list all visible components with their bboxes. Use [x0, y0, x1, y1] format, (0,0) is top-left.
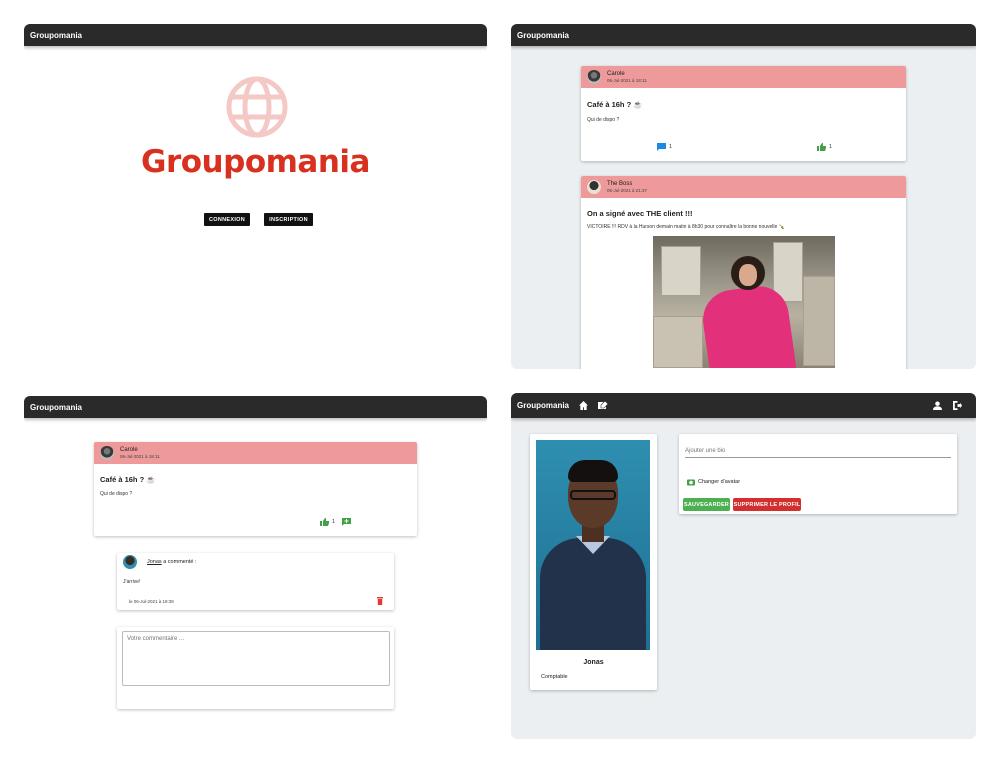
profile-name: Jonas: [583, 659, 604, 666]
profile-screen: Groupomania Jonas Comptable Ajouter une …: [511, 393, 976, 739]
post-title: Café à 16h ? ☕: [587, 100, 643, 109]
profile-photo[interactable]: [536, 440, 650, 650]
app-bar: Groupomania: [511, 393, 976, 418]
like-count-value: 1: [829, 144, 833, 150]
comment-date: le 06-Jul-2021 à 18:39: [129, 599, 174, 604]
comment-suffix: a commenté :: [163, 559, 197, 565]
post-detail-screen: Groupomania Carole 06-Jul-2021 à 18:11 C…: [24, 396, 487, 738]
app-title: Groupomania: [30, 30, 83, 40]
post-body: VICTOIRE !!! RDV à la Hurson demain mati…: [587, 224, 785, 230]
new-post-icon[interactable]: [598, 401, 609, 410]
comment-input[interactable]: [122, 631, 390, 686]
change-avatar-button[interactable]: Changer d'avatar: [687, 478, 740, 486]
connexion-button[interactable]: CONNEXION: [204, 213, 250, 226]
post-header: Carole 06-Jul-2021 à 18:11: [94, 442, 417, 464]
comment-count[interactable]: 1: [657, 143, 672, 151]
app-bar: Groupomania: [511, 24, 976, 46]
comment-card: Jonas a commenté : J'arrive! le 06-Jul-2…: [117, 553, 394, 610]
app-title: Groupomania: [517, 401, 570, 410]
app-title: Groupomania: [30, 402, 83, 412]
post-card[interactable]: The Boss 05-Jul-2021 à 21:37 On a signé …: [581, 176, 906, 369]
post-author: Carole: [607, 71, 625, 77]
post-date: 06-Jul-2021 à 18:11: [120, 454, 160, 459]
app-bar: Groupomania: [24, 24, 487, 46]
avatar[interactable]: [100, 446, 114, 460]
thumb-up-icon: [320, 518, 329, 526]
post-body: Qui de dispo ?: [100, 491, 133, 497]
profile-icon[interactable]: [933, 401, 942, 410]
globe-logo-icon: [226, 76, 288, 138]
comment-text: J'arrive!: [123, 579, 141, 585]
avatar[interactable]: [587, 70, 601, 84]
save-button[interactable]: SAUVEGARDER: [683, 498, 730, 511]
post-header: The Boss 05-Jul-2021 à 21:37: [581, 176, 906, 198]
post-author: Carole: [120, 447, 138, 453]
delete-profile-button[interactable]: SUPPRIMER LE PROFIL: [733, 498, 801, 511]
comment-form: [117, 627, 394, 709]
post-date: 06-Jul-2021 à 18:11: [607, 78, 647, 83]
avatar[interactable]: [123, 555, 137, 569]
post-card: Carole 06-Jul-2021 à 18:11 Café à 16h ? …: [94, 442, 417, 536]
thumb-up-icon: [817, 143, 826, 151]
bio-input[interactable]: Ajouter une bio: [685, 448, 951, 458]
comment-count-value: 1: [669, 144, 673, 150]
delete-icon[interactable]: [377, 597, 383, 605]
like-button[interactable]: 1: [817, 143, 832, 151]
home-icon[interactable]: [579, 401, 589, 410]
post-title: Café à 16h ? ☕: [100, 475, 156, 484]
change-avatar-label: Changer d'avatar: [698, 479, 741, 485]
post-card[interactable]: Carole 06-Jul-2021 à 18:11 Café à 16h ? …: [581, 66, 906, 161]
app-title: Groupomania: [517, 30, 570, 40]
logo-text: Groupomania: [141, 144, 370, 180]
comment-author[interactable]: Jonas: [147, 559, 162, 565]
inscription-button[interactable]: INSCRIPTION: [264, 213, 313, 226]
post-image: [653, 236, 835, 368]
post-title: On a signé avec THE client !!!: [587, 209, 693, 218]
post-header: Carole 06-Jul-2021 à 18:11: [581, 66, 906, 88]
like-button[interactable]: 1: [320, 518, 335, 526]
logout-icon[interactable]: [953, 401, 962, 410]
app-bar: Groupomania: [24, 396, 487, 418]
profile-card: Jonas Comptable: [530, 434, 657, 690]
like-count-value: 1: [332, 519, 336, 525]
login-screen: Groupomania Groupomania CONNEXION INSCRI…: [24, 24, 487, 369]
comment-icon: [657, 143, 666, 151]
profile-edit-card: Ajouter une bio Changer d'avatar SAUVEGA…: [679, 434, 957, 514]
post-author: The Boss: [607, 181, 633, 187]
post-body: Qui de dispo ?: [587, 117, 620, 123]
post-date: 05-Jul-2021 à 21:37: [607, 188, 648, 193]
camera-icon: [687, 479, 695, 486]
profile-job: Comptable: [541, 674, 568, 680]
avatar[interactable]: [587, 180, 601, 194]
add-comment-icon[interactable]: [342, 518, 351, 526]
feed-screen: Groupomania Carole 06-Jul-2021 à 18:11 C…: [511, 24, 976, 369]
